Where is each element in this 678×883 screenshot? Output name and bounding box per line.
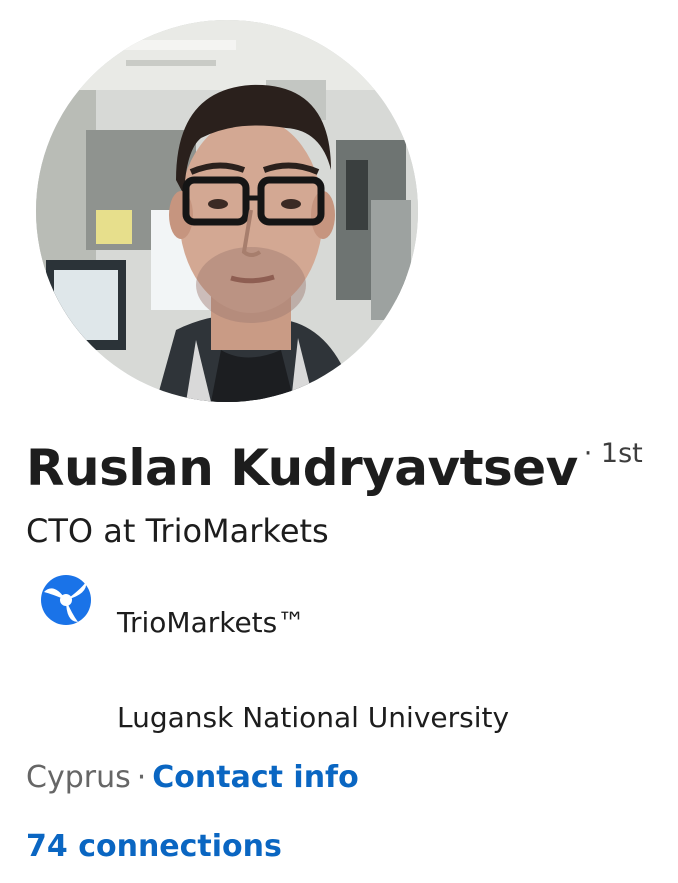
triomarkets-logo-icon[interactable]: [36, 572, 96, 628]
name-row: Ruslan Kudryavtsev · 1st: [26, 438, 643, 497]
contact-info-link[interactable]: Contact info: [152, 760, 358, 795]
profile-name: Ruslan Kudryavtsev: [26, 439, 578, 497]
current-company-link[interactable]: TrioMarkets™: [117, 606, 305, 639]
profile-headline: CTO at TrioMarkets: [26, 512, 329, 550]
location-separator: ·: [136, 760, 147, 795]
connections-link[interactable]: 74 connections: [26, 829, 282, 864]
location-row: Cyprus · Contact info: [26, 760, 359, 795]
profile-photo-image: [36, 20, 418, 402]
profile-card: Ruslan Kudryavtsev · 1st CTO at TrioMarke…: [0, 0, 678, 883]
education-school-link[interactable]: Lugansk National University: [117, 701, 509, 734]
profile-location: Cyprus: [26, 760, 131, 795]
profile-photo[interactable]: [36, 20, 418, 402]
connection-degree-badge: · 1st: [583, 438, 643, 469]
